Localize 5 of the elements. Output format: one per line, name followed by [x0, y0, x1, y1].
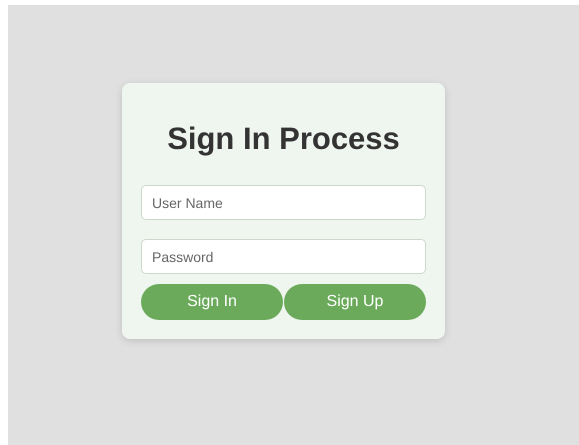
- form-button[interactable]: Sign Up: [284, 284, 426, 320]
- input-field[interactable]: User Name: [141, 185, 426, 220]
- form-button[interactable]: Sign In: [141, 284, 283, 320]
- input-field[interactable]: Password: [141, 239, 426, 274]
- form-title: Sign In Process: [166, 120, 401, 158]
